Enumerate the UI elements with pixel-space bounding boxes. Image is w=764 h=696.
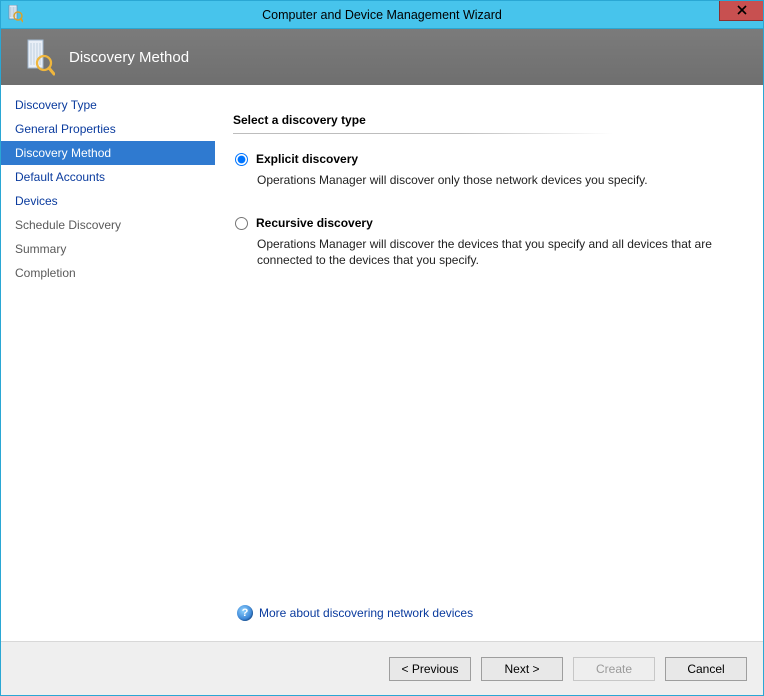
sidebar-item-default-accounts[interactable]: Default Accounts	[1, 165, 215, 189]
sidebar-item-discovery-type[interactable]: Discovery Type	[1, 93, 215, 117]
window-title: Computer and Device Management Wizard	[262, 8, 502, 22]
wizard-content: Select a discovery type Explicit discove…	[215, 85, 763, 641]
wizard-body: Discovery Type General Properties Discov…	[1, 85, 763, 641]
option-recursive[interactable]: Recursive discovery	[233, 216, 741, 230]
close-button[interactable]	[719, 1, 763, 21]
help-row: ? More about discovering network devices	[233, 605, 741, 631]
sidebar-item-summary: Summary	[1, 237, 215, 261]
option-explicit[interactable]: Explicit discovery	[233, 152, 741, 166]
section-title: Select a discovery type	[233, 113, 741, 133]
sidebar-item-general-properties[interactable]: General Properties	[1, 117, 215, 141]
cancel-button[interactable]: Cancel	[665, 657, 747, 681]
titlebar: Computer and Device Management Wizard	[1, 1, 763, 29]
option-recursive-description: Operations Manager will discover the dev…	[257, 236, 737, 268]
radio-recursive[interactable]	[235, 217, 248, 230]
sidebar-item-devices[interactable]: Devices	[1, 189, 215, 213]
option-recursive-label: Recursive discovery	[256, 216, 373, 230]
wizard-sidebar: Discovery Type General Properties Discov…	[1, 85, 215, 641]
wizard-step-title: Discovery Method	[69, 49, 189, 66]
wizard-footer: < Previous Next > Create Cancel	[1, 641, 763, 695]
option-explicit-description: Operations Manager will discover only th…	[257, 172, 737, 188]
next-button[interactable]: Next >	[481, 657, 563, 681]
discovery-method-icon	[25, 38, 55, 76]
create-button: Create	[573, 657, 655, 681]
close-icon	[737, 4, 747, 18]
wizard-window: Computer and Device Management Wizard	[0, 0, 764, 696]
section-divider	[233, 133, 613, 134]
help-link[interactable]: More about discovering network devices	[259, 606, 473, 620]
radio-explicit[interactable]	[235, 153, 248, 166]
sidebar-item-discovery-method[interactable]: Discovery Method	[1, 141, 215, 165]
app-icon	[7, 5, 23, 23]
sidebar-item-completion: Completion	[1, 261, 215, 285]
sidebar-item-schedule-discovery: Schedule Discovery	[1, 213, 215, 237]
help-icon: ?	[237, 605, 253, 621]
wizard-header: Discovery Method	[1, 29, 763, 85]
option-explicit-label: Explicit discovery	[256, 152, 358, 166]
previous-button[interactable]: < Previous	[389, 657, 471, 681]
